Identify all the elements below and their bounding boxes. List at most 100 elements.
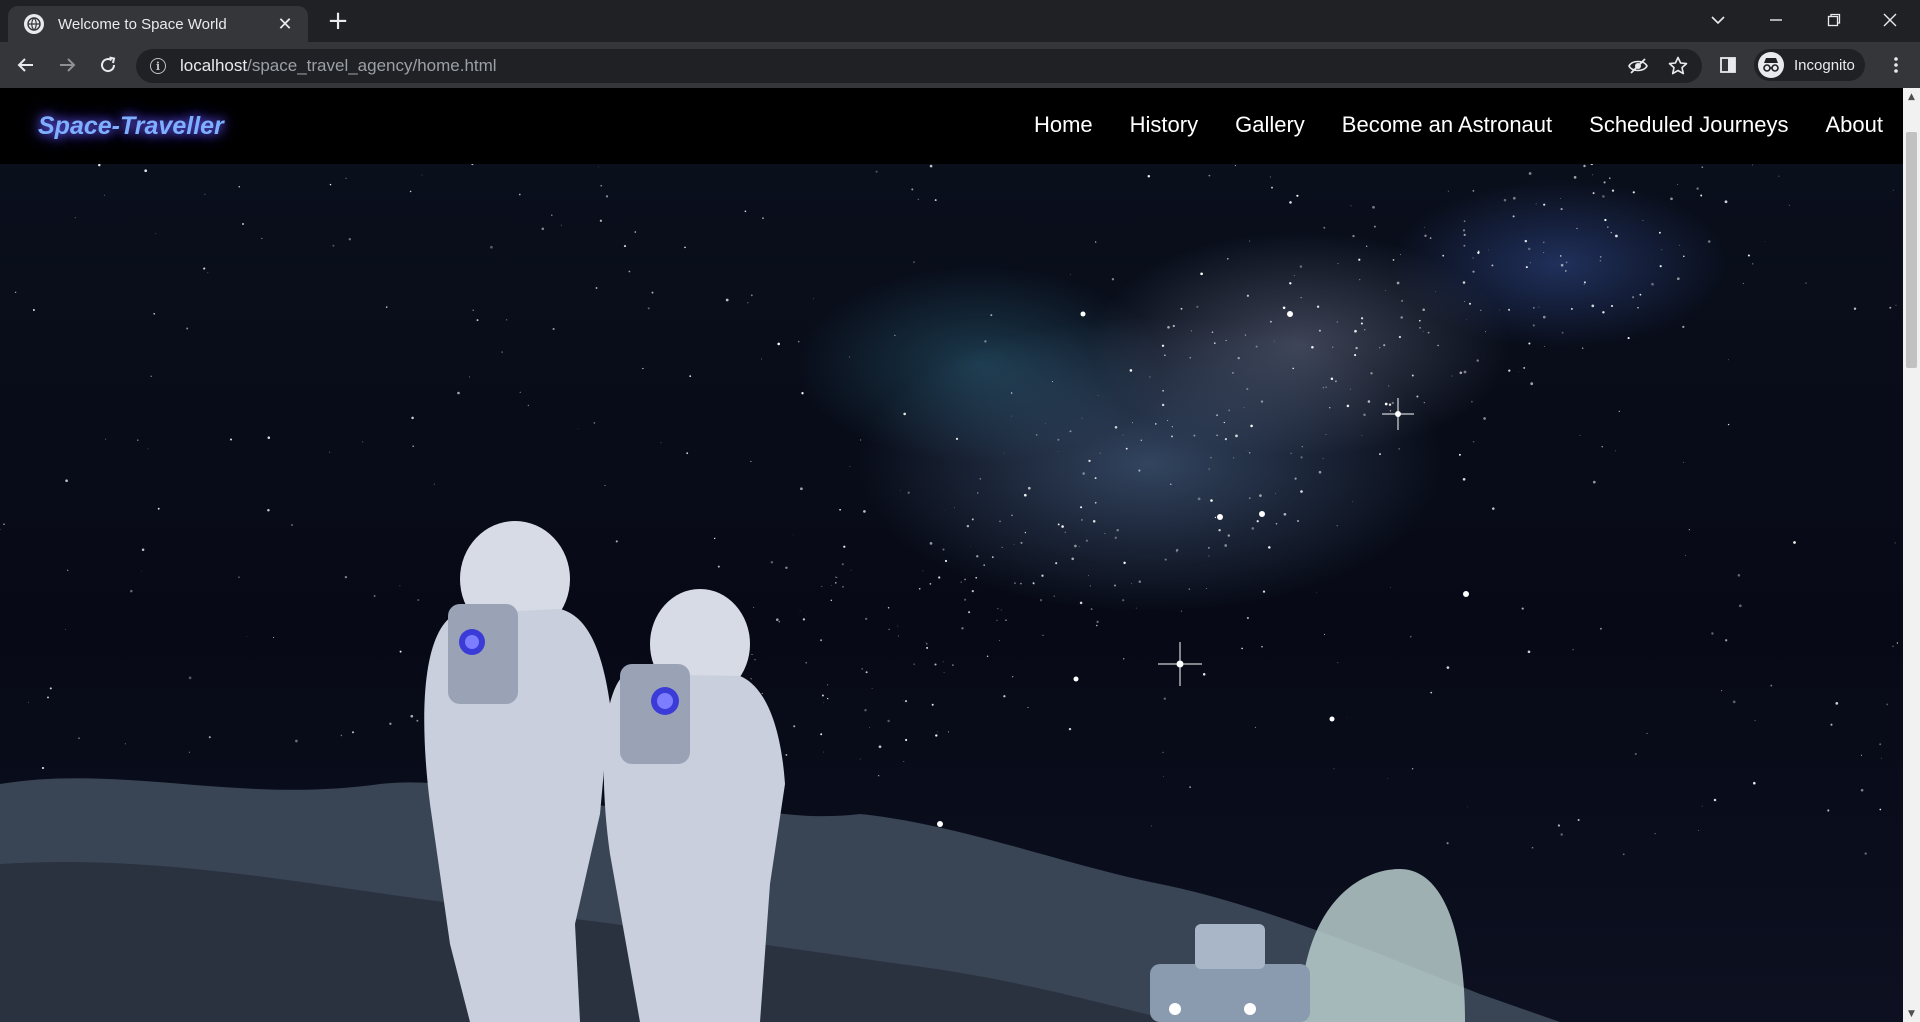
star	[1244, 334, 1246, 336]
back-arrow-icon[interactable]	[10, 49, 42, 81]
starfield	[0, 164, 1899, 862]
star	[1472, 270, 1475, 273]
star	[1188, 588, 1191, 590]
tab-close-icon[interactable]: ✕	[274, 13, 296, 35]
browser-tab[interactable]: Welcome to Space World ✕	[8, 6, 308, 42]
star	[1246, 616, 1249, 620]
star	[1805, 282, 1807, 284]
nav-link-scheduled-journeys[interactable]: Scheduled Journeys	[1589, 112, 1788, 138]
star	[797, 340, 800, 343]
star	[778, 620, 781, 623]
star	[1530, 382, 1534, 386]
star	[476, 319, 479, 322]
star	[1853, 307, 1857, 310]
star	[935, 734, 938, 737]
scroll-down-icon[interactable]: ▼	[1903, 1005, 1920, 1022]
nav-link-home[interactable]: Home	[1034, 112, 1093, 138]
site-info-icon[interactable]: i	[150, 58, 166, 74]
star	[942, 548, 945, 551]
star	[1634, 753, 1637, 755]
star	[1210, 499, 1213, 502]
scroll-up-icon[interactable]: ▲	[1903, 88, 1920, 105]
star	[1032, 582, 1035, 585]
star	[1163, 776, 1164, 778]
incognito-profile-button[interactable]: Incognito	[1754, 49, 1865, 81]
star	[926, 646, 929, 649]
star	[1116, 529, 1119, 532]
star	[1435, 291, 1436, 293]
star	[971, 590, 974, 593]
url-text[interactable]: localhost/space_travel_agency/home.html	[180, 56, 497, 76]
page-scrollbar[interactable]: ▲ ▼	[1903, 88, 1920, 1022]
nav-link-about[interactable]: About	[1826, 112, 1884, 138]
star	[1523, 366, 1526, 369]
eye-slash-icon[interactable]	[1628, 56, 1648, 76]
scrollbar-thumb[interactable]	[1906, 132, 1917, 368]
star	[141, 548, 145, 552]
address-bar[interactable]: i localhost/space_travel_agency/home.htm…	[136, 49, 1702, 83]
star	[1864, 852, 1867, 855]
star	[1465, 318, 1467, 320]
star	[821, 585, 823, 588]
star	[1642, 220, 1644, 222]
browser-toolbar: i localhost/space_travel_agency/home.htm…	[0, 42, 1920, 88]
star	[904, 700, 908, 703]
star	[1463, 244, 1466, 247]
forward-arrow-icon[interactable]	[51, 49, 83, 81]
star	[1471, 400, 1473, 403]
star	[1524, 239, 1528, 243]
star	[1615, 234, 1618, 238]
star	[416, 719, 419, 722]
nav-link-history[interactable]: History	[1130, 112, 1198, 138]
star	[1416, 395, 1419, 398]
star	[1560, 208, 1563, 211]
side-panel-icon[interactable]	[1712, 49, 1744, 81]
star	[472, 309, 474, 311]
star	[1557, 824, 1561, 827]
restore-icon[interactable]	[1816, 6, 1852, 34]
star	[1171, 435, 1173, 438]
star	[1260, 400, 1264, 403]
star	[361, 441, 364, 443]
star	[1387, 778, 1389, 779]
tab-search-icon[interactable]	[1700, 6, 1736, 34]
reload-icon[interactable]	[92, 49, 124, 81]
star	[1512, 196, 1516, 200]
star	[954, 507, 955, 509]
star	[351, 731, 355, 734]
nav-link-become-an-astronaut[interactable]: Become an Astronaut	[1342, 112, 1552, 138]
star	[1451, 375, 1453, 377]
star-icon[interactable]	[1668, 56, 1688, 76]
star	[1248, 497, 1251, 499]
nav-link-gallery[interactable]: Gallery	[1235, 112, 1305, 138]
star	[1659, 265, 1662, 268]
star	[208, 736, 211, 739]
star	[1458, 453, 1461, 456]
star	[1163, 697, 1166, 700]
close-window-icon[interactable]	[1872, 6, 1908, 34]
star	[1023, 493, 1027, 497]
site-logo[interactable]: Space-Traveller	[38, 112, 224, 141]
star	[457, 391, 460, 395]
new-tab-button[interactable]: +	[324, 8, 352, 36]
minimize-icon[interactable]	[1758, 6, 1794, 34]
star	[1602, 311, 1605, 314]
star	[1367, 400, 1371, 403]
star	[1262, 590, 1266, 593]
star	[1081, 519, 1083, 521]
star	[1896, 642, 1899, 644]
star	[1651, 282, 1654, 286]
star	[986, 655, 989, 658]
star	[1088, 459, 1091, 463]
star	[1011, 514, 1013, 517]
star	[979, 478, 982, 480]
star	[1180, 307, 1183, 310]
kebab-menu-icon[interactable]	[1880, 49, 1912, 81]
star	[1446, 666, 1450, 669]
star	[850, 569, 852, 571]
star	[1592, 480, 1596, 484]
star	[329, 183, 332, 186]
star	[1529, 262, 1531, 264]
star	[1074, 544, 1077, 548]
star	[1014, 582, 1016, 585]
